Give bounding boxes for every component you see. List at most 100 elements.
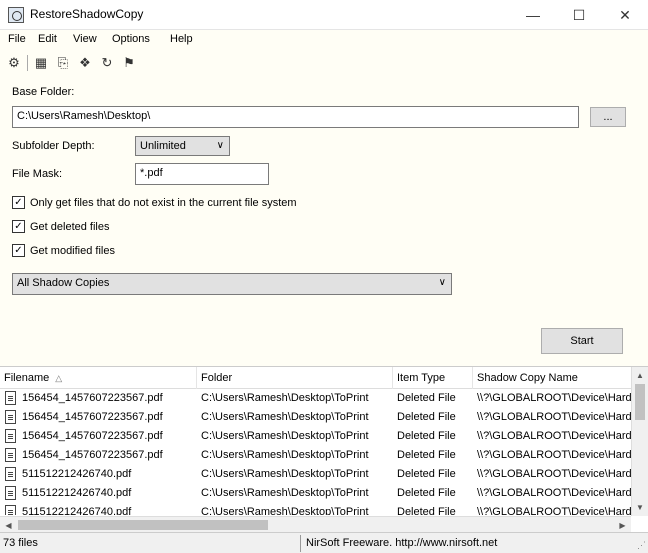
cell-item-type: Deleted File (397, 411, 456, 423)
cell-filename: 156454_1457607223567.pdf (22, 392, 163, 404)
cell-shadow-copy: \\?\GLOBALROOT\Device\HarddiskVolumeShad… (477, 487, 631, 499)
subfolder-depth-label: Subfolder Depth: (12, 140, 95, 152)
base-folder-label: Base Folder: (12, 86, 75, 98)
subfolder-depth-select[interactable]: Unlimited ∨ (135, 136, 230, 156)
cell-folder: C:\Users\Ramesh\Desktop\ToPrint (201, 430, 369, 442)
table-row[interactable]: 156454_1457607223567.pdf C:\Users\Ramesh… (0, 389, 631, 408)
table-row[interactable]: 156454_1457607223567.pdf C:\Users\Ramesh… (0, 446, 631, 465)
pdf-file-icon (5, 448, 16, 462)
checkbox-not-exist-label: Only get files that do not exist in the … (30, 196, 297, 209)
title-bar: RestoreShadowCopy — ☐ ✕ (0, 0, 648, 30)
cell-shadow-copy: \\?\GLOBALROOT\Device\HarddiskVolumeShad… (477, 506, 631, 515)
vertical-scrollbar[interactable]: ▲ ▼ (631, 367, 648, 516)
scroll-up-icon[interactable]: ▲ (632, 367, 648, 384)
cell-item-type: Deleted File (397, 506, 456, 515)
maximize-button[interactable]: ☐ (556, 0, 602, 30)
scroll-down-icon[interactable]: ▼ (632, 499, 648, 516)
cell-shadow-copy: \\?\GLOBALROOT\Device\HarddiskVolumeShad… (477, 411, 631, 423)
list-rows: 156454_1457607223567.pdf C:\Users\Ramesh… (0, 389, 631, 515)
cell-folder: C:\Users\Ramesh\Desktop\ToPrint (201, 487, 369, 499)
pdf-file-icon (5, 429, 16, 443)
checkbox-deleted[interactable]: ✓ (12, 220, 25, 233)
column-folder[interactable]: Folder (197, 367, 393, 389)
checkbox-modified-row[interactable]: ✓ Get modified files (12, 244, 115, 257)
cell-item-type: Deleted File (397, 487, 456, 499)
window-title: RestoreShadowCopy (30, 7, 144, 21)
list-header: Filename △ Folder Item Type Shadow Copy N… (0, 367, 631, 389)
cell-filename: 156454_1457607223567.pdf (22, 411, 163, 423)
base-folder-input[interactable]: C:\Users\Ramesh\Desktop\ (12, 106, 579, 128)
cell-folder: C:\Users\Ramesh\Desktop\ToPrint (201, 506, 369, 515)
column-item-type[interactable]: Item Type (393, 367, 473, 389)
pdf-file-icon (5, 391, 16, 405)
toolbar-separator (27, 55, 28, 71)
cell-filename: 156454_1457607223567.pdf (22, 430, 163, 442)
cell-folder: C:\Users\Ramesh\Desktop\ToPrint (201, 392, 369, 404)
horizontal-scroll-thumb[interactable] (18, 520, 268, 530)
refresh-icon[interactable]: ↻ (99, 55, 115, 71)
table-row[interactable]: 156454_1457607223567.pdf C:\Users\Ramesh… (0, 408, 631, 427)
resize-grip-icon[interactable]: ⋰ (637, 540, 646, 551)
column-filename-label: Filename (4, 372, 50, 384)
column-shadow-copy-name[interactable]: Shadow Copy Name (473, 367, 631, 389)
checkbox-deleted-label: Get deleted files (30, 220, 110, 233)
chevron-down-icon: ∨ (216, 140, 224, 151)
table-row[interactable]: 511512212426740.pdf C:\Users\Ramesh\Desk… (0, 465, 631, 484)
menu-file[interactable]: File (8, 33, 26, 45)
cell-shadow-copy: \\?\GLOBALROOT\Device\HarddiskVolumeShad… (477, 468, 631, 480)
checkbox-modified-label: Get modified files (30, 244, 115, 257)
pdf-file-icon (5, 486, 16, 500)
about-icon[interactable]: ⚑ (121, 55, 137, 71)
file-mask-label: File Mask: (12, 168, 63, 180)
table-row[interactable]: 511512212426740.pdf C:\Users\Ramesh\Desk… (0, 503, 631, 515)
menu-bar: File Edit View Options Help (0, 30, 648, 49)
close-button[interactable]: ✕ (602, 0, 648, 30)
status-divider (300, 535, 301, 552)
app-icon (8, 7, 24, 23)
browse-button[interactable]: ... (590, 107, 626, 127)
checkbox-not-exist-row[interactable]: ✓ Only get files that do not exist in th… (12, 196, 297, 209)
subfolder-depth-value: Unlimited (140, 140, 186, 152)
menu-edit[interactable]: Edit (38, 33, 57, 45)
options-panel: Base Folder: C:\Users\Ramesh\Desktop\ ..… (0, 78, 648, 366)
cell-folder: C:\Users\Ramesh\Desktop\ToPrint (201, 411, 369, 423)
column-filename[interactable]: Filename △ (0, 367, 197, 389)
horizontal-scrollbar[interactable]: ◀ ▶ (0, 516, 631, 533)
menu-help[interactable]: Help (170, 33, 193, 45)
cell-shadow-copy: \\?\GLOBALROOT\Device\HarddiskVolumeShad… (477, 449, 631, 461)
table-row[interactable]: 511512212426740.pdf C:\Users\Ramesh\Desk… (0, 484, 631, 503)
checkbox-modified[interactable]: ✓ (12, 244, 25, 257)
status-file-count: 73 files (3, 537, 38, 549)
table-row[interactable]: 156454_1457607223567.pdf C:\Users\Ramesh… (0, 427, 631, 446)
pdf-file-icon (5, 505, 16, 515)
shadow-copy-select[interactable]: All Shadow Copies ∨ (12, 273, 452, 295)
checkbox-not-exist[interactable]: ✓ (12, 196, 25, 209)
cell-shadow-copy: \\?\GLOBALROOT\Device\HarddiskVolumeShad… (477, 430, 631, 442)
start-button[interactable]: Start (541, 328, 623, 354)
chevron-down-icon: ∨ (438, 277, 446, 288)
cell-item-type: Deleted File (397, 392, 456, 404)
status-nirsoft-link[interactable]: NirSoft Freeware. http://www.nirsoft.net (306, 537, 497, 549)
cell-folder: C:\Users\Ramesh\Desktop\ToPrint (201, 449, 369, 461)
pdf-file-icon (5, 410, 16, 424)
menu-options[interactable]: Options (112, 33, 150, 45)
file-mask-input[interactable]: *.pdf (135, 163, 269, 185)
vertical-scroll-thumb[interactable] (635, 384, 645, 420)
html-report-icon[interactable]: ❖ (77, 55, 93, 71)
cell-item-type: Deleted File (397, 430, 456, 442)
toolbar: ⚙ ▦ ⎘ ❖ ↻ ⚑ (0, 49, 648, 78)
menu-view[interactable]: View (73, 33, 97, 45)
properties-icon[interactable]: ⚙ (6, 55, 22, 71)
results-list: Filename △ Folder Item Type Shadow Copy N… (0, 366, 648, 533)
status-bar: 73 files NirSoft Freeware. http://www.ni… (0, 532, 648, 553)
cell-filename: 511512212426740.pdf (22, 487, 132, 499)
cell-shadow-copy: \\?\GLOBALROOT\Device\HarddiskVolumeShad… (477, 392, 631, 404)
minimize-button[interactable]: — (510, 0, 556, 30)
copy-icon[interactable]: ⎘ (55, 55, 71, 71)
cell-filename: 511512212426740.pdf (22, 468, 132, 480)
save-icon[interactable]: ▦ (33, 55, 49, 71)
checkbox-deleted-row[interactable]: ✓ Get deleted files (12, 220, 110, 233)
cell-item-type: Deleted File (397, 468, 456, 480)
sort-icon: △ (55, 373, 63, 383)
cell-item-type: Deleted File (397, 449, 456, 461)
